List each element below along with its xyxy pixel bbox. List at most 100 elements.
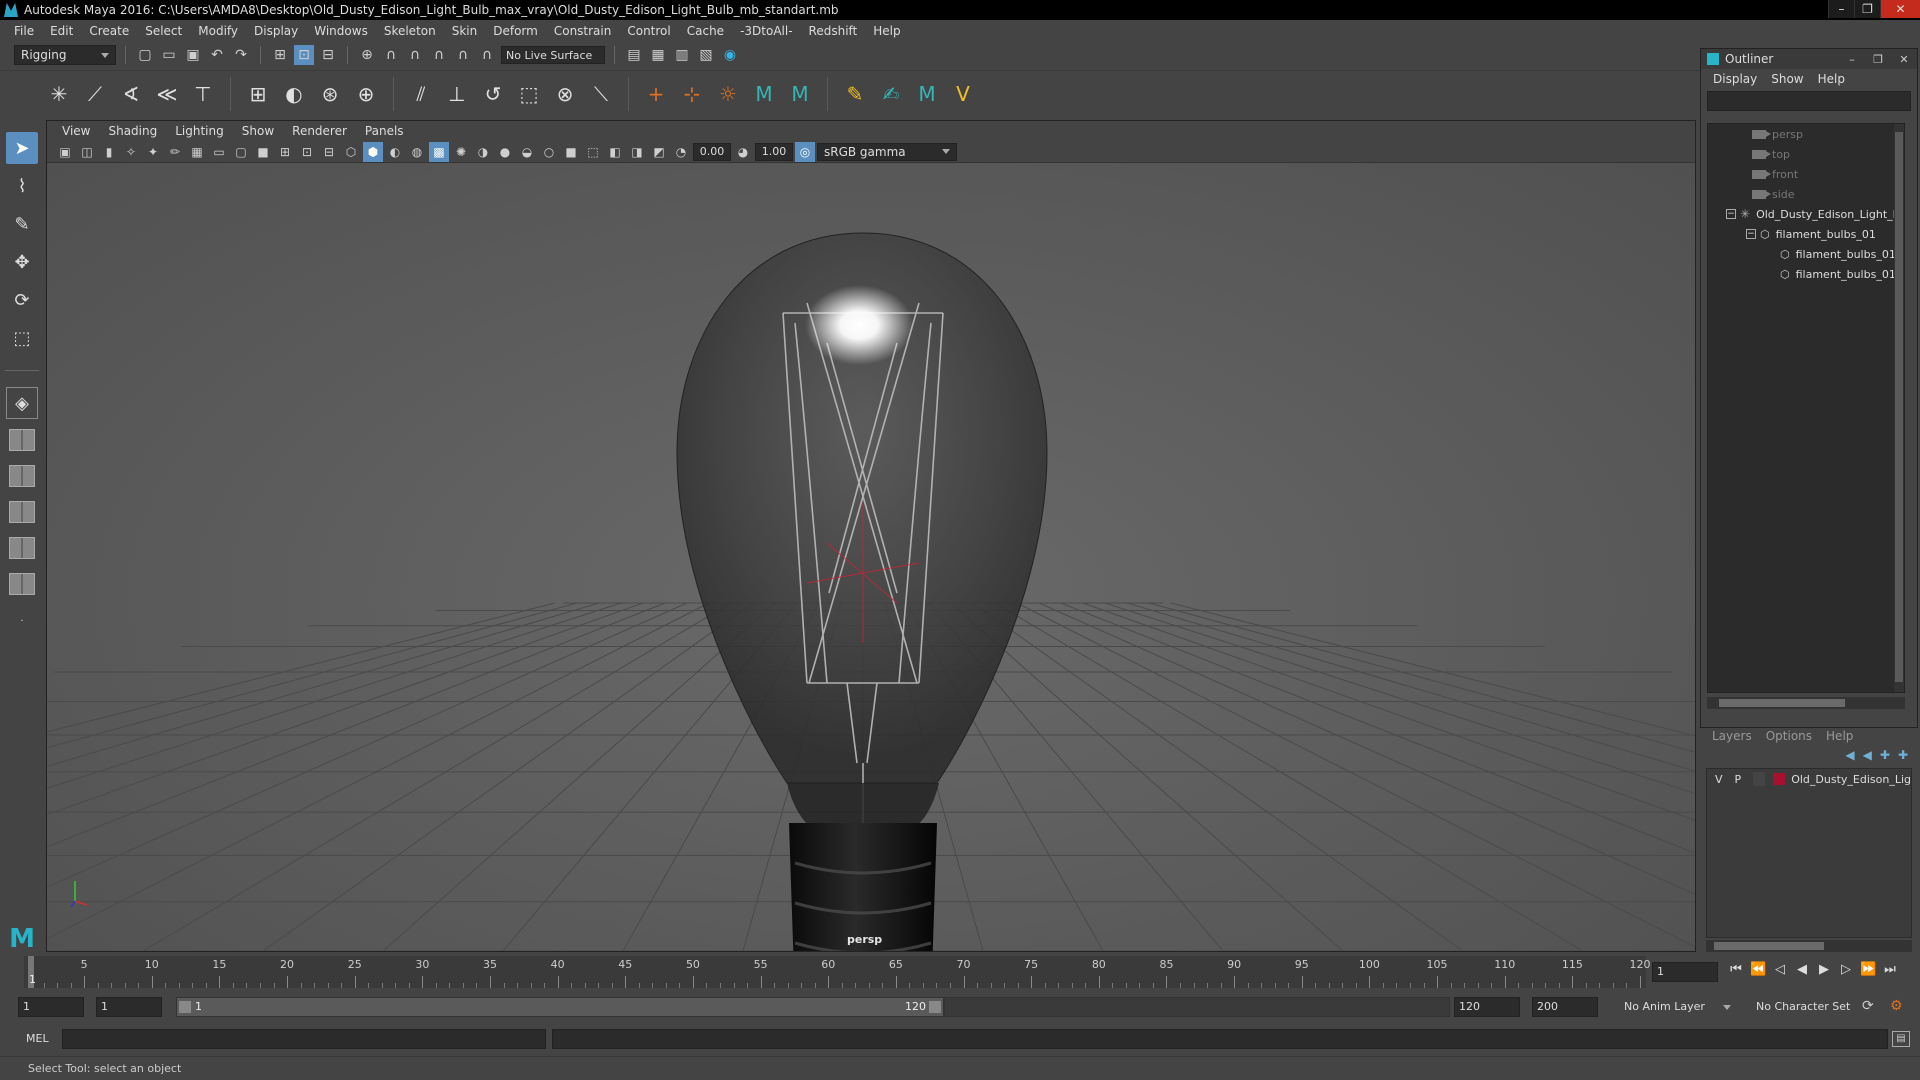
outliner-item-persp[interactable]: persp	[1708, 124, 1904, 144]
character-set-dropdown[interactable]: No Character Set	[1756, 997, 1850, 1017]
menu-control[interactable]: Control	[619, 20, 678, 42]
xray-icon[interactable]: ◧	[605, 142, 625, 162]
depth-of-field-icon[interactable]: ■	[561, 142, 581, 162]
outliner-restore-button[interactable]: ❐	[1865, 53, 1891, 66]
menu-cache[interactable]: Cache	[679, 20, 732, 42]
move-tool-icon[interactable]: ✥	[6, 246, 38, 278]
anim-layer-dropdown[interactable]: No Anim Layer	[1624, 997, 1731, 1017]
select-tool-icon[interactable]: ➤	[6, 132, 38, 164]
menu-select[interactable]: Select	[137, 20, 190, 42]
pole-vector-icon[interactable]: ⟍	[586, 79, 616, 109]
open-scene-icon[interactable]: ▭	[159, 45, 179, 65]
image-plane-icon[interactable]: ✧	[121, 142, 141, 162]
safe-action-icon[interactable]: ⊡	[297, 142, 317, 162]
lasso-tool-icon[interactable]: ⌇	[6, 170, 38, 202]
joint-tool-icon[interactable]: ✳	[44, 79, 74, 109]
layers-menu-layers[interactable]: Layers	[1712, 729, 1766, 743]
menu-modify[interactable]: Modify	[190, 20, 246, 42]
step-back-key-icon[interactable]: ⏪	[1750, 962, 1766, 977]
mirror-joint-icon[interactable]: ⊤	[188, 79, 218, 109]
animation-preferences-icon[interactable]: ⚙	[1890, 998, 1903, 1014]
outliner-close-button[interactable]: ✕	[1891, 53, 1917, 66]
anti-aliasing-icon[interactable]: ○	[539, 142, 559, 162]
snap-grid-icon[interactable]: ⊕	[357, 45, 377, 65]
snap-view-icon[interactable]: ∩	[429, 45, 449, 65]
paint-effects-icon[interactable]: ✎	[840, 79, 870, 109]
playback-start-field[interactable]: 1	[96, 997, 162, 1017]
outliner-item-mesh[interactable]: ⬡ filament_bulbs_01	[1708, 244, 1904, 264]
outliner-item-mesh[interactable]: ⬡ filament_bulbs_01	[1708, 264, 1904, 284]
outliner-vertical-scrollbar[interactable]	[1894, 124, 1904, 692]
layers-menu-help[interactable]: Help	[1826, 729, 1867, 743]
safe-title-icon[interactable]: ⊟	[319, 142, 339, 162]
2d-pan-zoom-icon[interactable]: ✦	[143, 142, 163, 162]
collapse-icon[interactable]: −	[1746, 229, 1756, 239]
new-scene-icon[interactable]: ▢	[135, 45, 155, 65]
maya-script-3-icon[interactable]: M	[912, 79, 942, 109]
ambient-occlusion-icon[interactable]: ●	[495, 142, 515, 162]
use-all-lights-icon[interactable]: ✺	[451, 142, 471, 162]
snap-point-icon[interactable]: ∩	[405, 45, 425, 65]
isolate-select-icon[interactable]: ⬚	[583, 142, 603, 162]
perspective-graph-layout-icon[interactable]	[6, 497, 38, 527]
resolution-gate-icon[interactable]: ▢	[231, 142, 251, 162]
scale-tool-icon[interactable]: ⬚	[6, 322, 38, 354]
minimize-button[interactable]: –	[1828, 0, 1854, 18]
panel-menu-lighting[interactable]: Lighting	[166, 124, 233, 138]
gamma-icon[interactable]: ◕	[733, 142, 753, 162]
cluster-icon[interactable]: ⊕	[351, 79, 381, 109]
collapse-icon[interactable]: −	[1726, 209, 1736, 219]
snap-surface-icon[interactable]: ∩	[453, 45, 473, 65]
xray-components-icon[interactable]: ◩	[649, 142, 669, 162]
outliner-item-front[interactable]: front	[1708, 164, 1904, 184]
maya-script-2-icon[interactable]: M	[785, 79, 815, 109]
play-backwards-icon[interactable]: ◀	[1794, 962, 1810, 977]
panel-menu-shading[interactable]: Shading	[99, 124, 166, 138]
step-forward-key-icon[interactable]: ⏩	[1860, 962, 1876, 977]
xray-joints-icon[interactable]: ◨	[627, 142, 647, 162]
outliner-graph-layout-icon[interactable]	[6, 569, 38, 599]
select-hierarchy-icon[interactable]: ⊞	[270, 45, 290, 65]
command-input[interactable]	[62, 1029, 546, 1049]
layers-menu-options[interactable]: Options	[1766, 729, 1826, 743]
aim-constraint-icon[interactable]: ⊗	[550, 79, 580, 109]
close-button[interactable]: ✕	[1880, 0, 1920, 18]
select-object-icon[interactable]: ⊡	[294, 45, 314, 65]
four-view-layout-icon[interactable]	[6, 425, 38, 455]
color-space-dropdown[interactable]: sRGB gamma	[817, 142, 957, 161]
ik-handle-icon[interactable]: ⟋	[80, 79, 110, 109]
snap-live-icon[interactable]: ∩	[477, 45, 497, 65]
textured-icon[interactable]: ▩	[429, 141, 449, 162]
parent-constraint-icon[interactable]: ⫽	[406, 79, 436, 109]
exposure-field[interactable]: 0.00	[693, 142, 731, 161]
menu-constrain[interactable]: Constrain	[546, 20, 620, 42]
menu-windows[interactable]: Windows	[306, 20, 376, 42]
rotate-tool-icon[interactable]: ⟳	[6, 284, 38, 316]
step-back-frame-icon[interactable]: ◁	[1772, 962, 1788, 977]
menu-skeleton[interactable]: Skeleton	[376, 20, 444, 42]
set-driven-key-icon[interactable]: ⊹	[677, 79, 707, 109]
more-layouts-icon[interactable]: ·	[6, 605, 38, 637]
insert-joint-icon[interactable]: ≪	[152, 79, 182, 109]
new-layer-icon[interactable]: ✚	[1880, 748, 1890, 762]
menu-deform[interactable]: Deform	[485, 20, 546, 42]
time-slider[interactable]: 1 5 10 15 20 25 30 35 40 45 50 55 60 65 70 75 80 85 90 95 1…	[0, 954, 1920, 990]
layer-horizontal-scrollbar[interactable]	[1706, 940, 1912, 952]
restore-button[interactable]: ❐	[1854, 0, 1880, 18]
panel-menu-renderer[interactable]: Renderer	[283, 124, 356, 138]
camera-attributes-icon[interactable]: ◫	[77, 142, 97, 162]
redo-icon[interactable]: ↷	[231, 45, 251, 65]
gate-mask-icon[interactable]: ■	[253, 142, 273, 162]
snap-curve-icon[interactable]: ∩	[381, 45, 401, 65]
motion-blur-icon[interactable]: ◒	[517, 142, 537, 162]
hypershade-layout-icon[interactable]	[6, 533, 38, 563]
panel-menu-view[interactable]: View	[53, 124, 99, 138]
render-view-icon[interactable]: ▧	[696, 45, 716, 65]
color-management-icon[interactable]: ◎	[795, 141, 815, 162]
human-ik-icon[interactable]: ☼	[713, 79, 743, 109]
grid-icon[interactable]: ▦	[187, 142, 207, 162]
perspective-outliner-layout-icon[interactable]	[6, 461, 38, 491]
menu-3dtoall[interactable]: -3DtoAll-	[732, 20, 800, 42]
range-start-handle[interactable]	[179, 1001, 191, 1013]
smooth-shade-icon[interactable]: ⬢	[363, 141, 383, 162]
